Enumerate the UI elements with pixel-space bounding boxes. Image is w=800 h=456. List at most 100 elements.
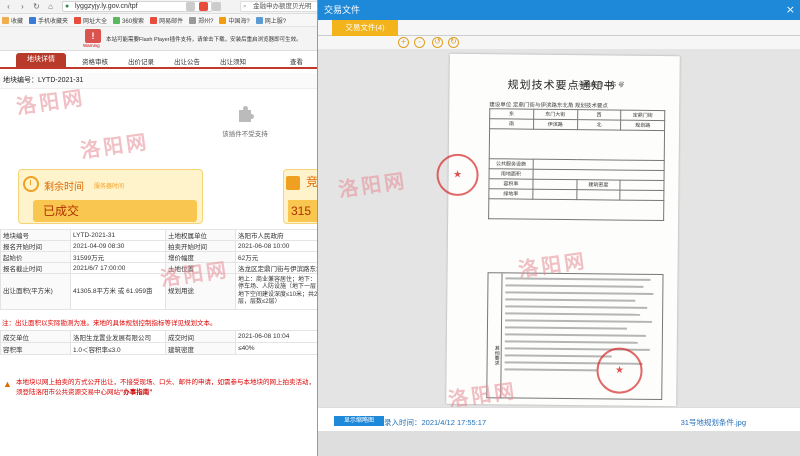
bookmark-item[interactable]: 网址大全 <box>74 16 107 25</box>
server-time-label: 服务器时间 <box>94 184 125 190</box>
service-guide-link[interactable]: “办事指南” <box>120 389 153 396</box>
reader-icon[interactable] <box>186 2 195 11</box>
detail-value: 2021-06-08 10:04 <box>235 330 321 343</box>
phone-icon <box>29 16 37 24</box>
detail-key: 建筑密度 <box>165 342 236 355</box>
record-time: 录入时间：2021/4/12 17:55:17 <box>384 418 487 427</box>
detail-value: 洛阳市人民政府 <box>235 229 321 241</box>
back-icon[interactable]: ‹ <box>3 1 14 12</box>
rotate-left-icon[interactable]: ↺ <box>432 37 443 48</box>
bookmark-item[interactable]: 360搜索 <box>113 16 144 25</box>
bookmark-star-icon[interactable] <box>212 2 221 11</box>
address-actions <box>186 2 221 11</box>
extension-icon[interactable] <box>199 2 208 11</box>
modal-bottom-margin <box>318 431 800 456</box>
detail-key: 报名截止时间 <box>0 262 71 274</box>
table-row: 报名开始时间 2021-04-09 08:30 拍卖开始时间 2021-06-0… <box>0 240 321 252</box>
bookmark-item[interactable]: 中国海? <box>219 16 250 25</box>
mail-icon <box>150 16 158 24</box>
zoom-out-icon[interactable]: - <box>414 37 425 48</box>
show-thumbnails-button[interactable]: 显示缩略图 <box>334 416 384 426</box>
detail-key: 规划用途 <box>165 273 236 310</box>
browser-search-input[interactable]: ⌕ 金融申办额度贝光明 <box>240 1 320 12</box>
detail-value: 2021/6/7 17:00:00 <box>70 262 166 274</box>
warning-icon: ! <box>85 29 101 43</box>
bookmark-item[interactable]: 网上服? <box>255 16 286 25</box>
warning-triangle-icon: ▲ <box>3 379 12 389</box>
detail-value: 2021-06-08 10:00 <box>235 240 321 252</box>
red-seal-icon: ★ <box>436 153 479 197</box>
detail-key: 地块编号 <box>0 229 71 241</box>
detail-key: 起始价 <box>0 251 71 263</box>
modal-tabbar: 交易文件(4) <box>318 20 800 36</box>
plugin-unsupported-text: 该插件不受支持 <box>222 131 268 138</box>
forward-icon[interactable]: › <box>17 1 28 12</box>
modal-footer: 显示缩略图 录入时间：2021/4/12 17:55:17 31号地规划条件.j… <box>318 407 800 431</box>
bookmark-item[interactable]: 收藏 <box>2 16 23 25</box>
detail-key: 土地位置 <box>165 262 236 274</box>
plot-number-header: 地块编号：LYTD-2021-31 <box>0 73 320 89</box>
detail-key: 成交单位 <box>0 330 71 343</box>
file-name[interactable]: 31号地规划条件.jpg <box>681 417 746 428</box>
area-notice: 注：出让面积以实际勘测为准。来地的具体规划控制指标等详见规划文本。 <box>2 320 217 327</box>
bottom-warning: ▲ 本地块以网上拍卖的方式公开出让，不接受现场、口头、邮件的申请，如需参与本地块… <box>0 376 320 410</box>
detail-value: 31599万元 <box>70 251 166 263</box>
image-viewer[interactable]: 规划技术要点通知书 洛规备 21-015 号 建设单位 定鼎门街与伊滨路东北角 … <box>318 49 800 407</box>
page-icon <box>255 16 263 24</box>
search-icon <box>113 16 121 24</box>
clock-icon <box>23 176 39 192</box>
page-icon <box>189 16 197 24</box>
tab-notes[interactable]: 出让须知 <box>220 56 246 66</box>
plan-use-value: 地上：商业兼容居住；地下：停车场、人防设施（地下一层地下空间建设深度≤10米；共… <box>238 276 318 306</box>
close-icon[interactable]: × <box>786 4 795 16</box>
rotate-right-icon[interactable]: ↻ <box>448 37 459 48</box>
remaining-time-title: 剩余时间 <box>44 182 84 193</box>
table-row: 出让面积(平方米) 41305.8平方米 或 61.959亩 规划用途 地上：商… <box>0 273 321 310</box>
detail-key: 报名开始时间 <box>0 240 71 252</box>
detail-value: 1.0＜容积率≤3.0 <box>70 342 166 355</box>
tab-view[interactable]: 查看 <box>290 56 303 66</box>
star-icon <box>2 16 9 24</box>
magnifier-icon: ⌕ <box>243 3 247 10</box>
tab-qualification[interactable]: 资格审核 <box>82 56 108 66</box>
table-row: 容积率 1.0＜容积率≤3.0 建筑密度 ≤40% <box>0 342 321 355</box>
deal-status: 已成交 <box>33 200 197 222</box>
detail-key: 成交时间 <box>165 330 236 343</box>
deal-table: 成交单位 洛阳生龙置业发展有限公司 成交时间 2021-06-08 10:04 … <box>0 330 321 355</box>
web-icon <box>74 16 82 24</box>
zoom-in-icon[interactable]: + <box>398 37 409 48</box>
warning-icon-label: Warning <box>83 43 100 48</box>
image-toolbar: + - ↺ ↻ <box>318 36 800 49</box>
tab-bid-records[interactable]: 出价记录 <box>128 56 154 66</box>
puzzle-icon <box>236 105 254 123</box>
bid-price-panel: 竞 315 <box>283 169 321 224</box>
detail-key: 增价幅度 <box>165 251 236 263</box>
tab-plot-detail[interactable]: 地块详情 <box>16 53 66 67</box>
tab-trade-files[interactable]: 交易文件(4) <box>332 20 398 36</box>
flash-notice-message[interactable]: 本站可能需要Flash Player插件支持，请单击下载，安装后重启浏览器即可生… <box>106 35 302 43</box>
refresh-icon[interactable]: ↻ <box>31 1 42 12</box>
bookmark-item[interactable]: 网易邮件 <box>150 16 183 25</box>
bookmark-item[interactable]: 手机收藏夹 <box>29 16 68 25</box>
plot-detail-table: 地块编号 LYTD-2021-31 土地权属单位 洛阳市人民政府 报名开始时间 … <box>0 229 321 310</box>
bookmark-item[interactable]: 郑州? <box>189 16 213 25</box>
document-number: 洛规备 21-015 号 <box>577 82 624 89</box>
tab-announcement[interactable]: 出让公告 <box>174 56 200 66</box>
table-row: 起始价 31599万元 增价幅度 62万元 <box>0 251 321 263</box>
secure-lock-icon: ● <box>65 3 70 10</box>
detail-key: 拍卖开始时间 <box>165 240 236 252</box>
document-table: 东 东门大街 西 定鼎门街 南 伊滨路 北 规划路 公共服务设施 用地面积 容积… <box>488 108 665 221</box>
home-icon[interactable]: ⌂ <box>45 1 56 12</box>
detail-value: LYTD-2021-31 <box>70 229 166 241</box>
page-icon <box>219 16 227 24</box>
detail-value: 洛龙区定鼎门街与伊滨路东北角 <box>235 262 321 274</box>
trade-file-modal: 交易文件 × 交易文件(4) + - ↺ ↻ 规划技术要点通知书 洛规备 21-… <box>317 0 800 456</box>
planning-document-image: 规划技术要点通知书 洛规备 21-015 号 建设单位 定鼎门街与伊滨路东北角 … <box>436 53 680 407</box>
table-row: 报名截止时间 2021/6/7 17:00:00 土地位置 洛龙区定鼎门街与伊滨… <box>0 262 321 274</box>
bid-icon <box>286 176 300 190</box>
red-seal-icon: ★ <box>596 347 643 394</box>
url-text: lyggzyjy.ly.gov.cn/tpf <box>75 3 138 10</box>
modal-title: 交易文件 <box>324 5 361 15</box>
table-row: 成交单位 洛阳生龙置业发展有限公司 成交时间 2021-06-08 10:04 <box>0 330 321 343</box>
detail-key: 土地权属单位 <box>165 229 236 241</box>
